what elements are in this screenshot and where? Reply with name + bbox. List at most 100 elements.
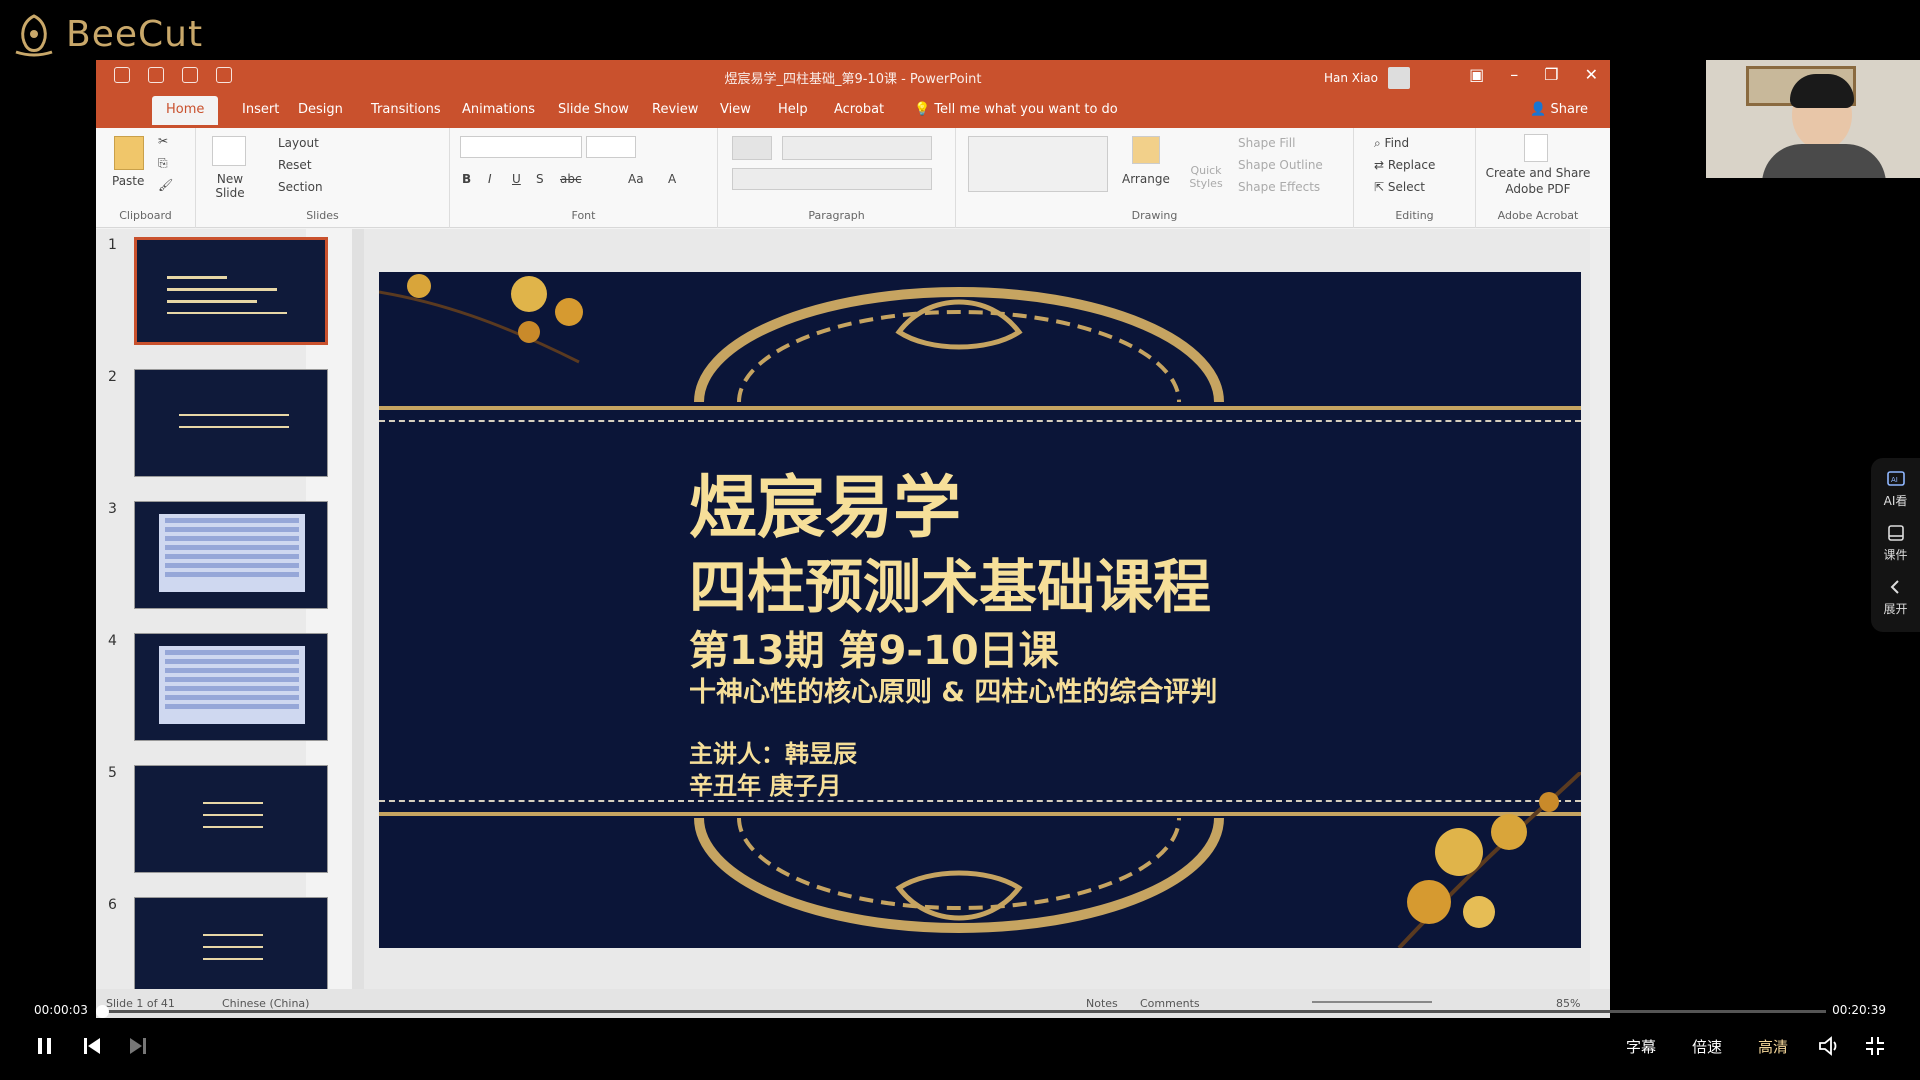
slide-thumbnail-panel: 1 2 3 4 5 6 <box>96 229 328 1005</box>
progress-track[interactable] <box>96 1010 1826 1013</box>
slide-thumbnail-3[interactable] <box>134 501 328 609</box>
volume-icon[interactable] <box>1818 1035 1842 1057</box>
slide-scrollbar[interactable] <box>1590 229 1610 989</box>
shadow-icon[interactable]: S <box>536 172 544 186</box>
progress-handle[interactable] <box>96 1005 109 1018</box>
tab-insert[interactable]: Insert <box>242 102 279 117</box>
slide-topic: 十神心性的核心原则 & 四柱心性的综合评判 <box>689 677 1218 708</box>
drawing-group-label: Drawing <box>1131 209 1178 222</box>
shape-effects-button[interactable]: Shape Effects <box>1238 180 1320 194</box>
slide-thumbnail-2[interactable] <box>134 369 328 477</box>
tab-acrobat[interactable]: Acrobat <box>834 102 884 117</box>
underline-icon[interactable]: U <box>512 172 521 186</box>
minimize-icon[interactable]: – <box>1510 65 1518 84</box>
group-adobe-acrobat: Create and Share Adobe PDF Adobe Acrobat <box>1476 128 1600 228</box>
font-size-dropdown[interactable] <box>586 136 636 158</box>
beecut-logo-text: BeeCut <box>66 13 204 55</box>
slide-thumbnail-5[interactable] <box>134 765 328 873</box>
cut-icon[interactable]: ✂ <box>158 134 168 148</box>
shape-fill-button[interactable]: Shape Fill <box>1238 136 1295 150</box>
expand-button[interactable]: 展开 <box>1871 578 1920 617</box>
language[interactable]: Chinese (China) <box>222 997 309 1010</box>
previous-icon[interactable] <box>82 1035 102 1057</box>
tab-review[interactable]: Review <box>652 102 698 117</box>
clipboard-group-label: Clipboard <box>119 209 172 222</box>
slide-thumbnail-1[interactable] <box>134 237 328 345</box>
tell-me-search[interactable]: 💡 Tell me what you want to do <box>914 102 1118 117</box>
subtitles-button[interactable]: 字幕 <box>1626 1036 1656 1057</box>
slide-thumbnail-4[interactable] <box>134 633 328 741</box>
close-icon[interactable]: ✕ <box>1585 65 1598 84</box>
side-panel: AI AI看 课件 展开 <box>1871 458 1920 632</box>
pdf-share-icon[interactable] <box>1524 134 1548 162</box>
select-label: Select <box>1387 180 1425 194</box>
thumb-number: 6 <box>108 897 117 913</box>
list-indent-controls[interactable] <box>782 136 932 160</box>
change-case-icon[interactable]: Aa <box>628 172 644 186</box>
speed-button[interactable]: 倍速 <box>1692 1036 1722 1057</box>
format-painter-icon[interactable]: 🖌 <box>158 178 173 192</box>
svg-text:AI: AI <box>1891 476 1898 484</box>
shape-outline-button[interactable]: Shape Outline <box>1238 158 1323 172</box>
zoom-slider[interactable] <box>1312 1001 1432 1003</box>
bullets-icon[interactable] <box>732 136 772 160</box>
find-button[interactable]: ⌕ Find <box>1374 136 1409 151</box>
ai-view-button[interactable]: AI AI看 <box>1871 470 1920 509</box>
top-medallion-ornament <box>694 287 1224 402</box>
user-account[interactable]: Han Xiao <box>1324 67 1410 89</box>
layout-button[interactable]: Layout <box>278 136 319 150</box>
font-color-icon[interactable]: A <box>668 172 676 186</box>
paste-button[interactable]: Paste <box>112 174 144 188</box>
thumb-number: 5 <box>108 765 117 781</box>
shapes-gallery[interactable] <box>968 136 1108 192</box>
editing-group-label: Editing <box>1395 209 1434 222</box>
courseware-icon <box>1887 525 1904 541</box>
select-button[interactable]: ⇱ Select <box>1374 180 1425 194</box>
notes-button[interactable]: Notes <box>1086 997 1118 1010</box>
current-slide[interactable]: 煜宸易学 四柱预测术基础课程 第13期 第9-10日课 十神心性的核心原则 & … <box>379 272 1581 948</box>
tab-home[interactable]: Home <box>152 96 219 125</box>
restore-icon[interactable]: ❐ <box>1544 65 1558 84</box>
courseware-button[interactable]: 课件 <box>1871 524 1920 563</box>
bold-icon[interactable]: B <box>462 172 471 186</box>
new-slide-button[interactable]: New Slide <box>208 172 252 200</box>
paste-icon[interactable] <box>114 136 144 170</box>
tab-slide-show[interactable]: Slide Show <box>558 102 629 117</box>
avatar <box>1388 67 1410 89</box>
new-slide-icon[interactable] <box>212 136 246 166</box>
next-icon[interactable] <box>128 1035 148 1057</box>
arrange-icon[interactable] <box>1132 136 1160 164</box>
font-name-dropdown[interactable] <box>460 136 582 158</box>
quality-button[interactable]: 高清 <box>1758 1036 1788 1057</box>
share-button[interactable]: 👤 Share <box>1530 102 1588 117</box>
arrange-button[interactable]: Arrange <box>1122 172 1170 186</box>
tab-transitions[interactable]: Transitions <box>371 102 441 117</box>
thumbnail-scrollbar[interactable] <box>352 229 364 989</box>
tab-animations[interactable]: Animations <box>462 102 535 117</box>
section-button[interactable]: Section <box>278 180 323 194</box>
thumb-number: 4 <box>108 633 117 649</box>
screen: BeeCut 煜宸易学_四柱基础_第9-10课 - PowerPoint Han… <box>0 0 1920 1080</box>
create-and-share-button[interactable]: Create and Share <box>1480 166 1596 180</box>
comments-button[interactable]: Comments <box>1140 997 1200 1010</box>
alignment-controls[interactable] <box>732 168 932 190</box>
quick-styles-button[interactable]: Quick Styles <box>1184 164 1228 190</box>
group-drawing: Arrange Quick Styles Shape Fill Shape Ou… <box>956 128 1354 228</box>
replace-button[interactable]: ⇄ Replace <box>1374 158 1435 172</box>
strikethrough-icon[interactable]: abc <box>560 172 582 186</box>
slide-count: Slide 1 of 41 <box>106 997 175 1010</box>
copy-icon[interactable]: ⎘ <box>158 156 168 171</box>
zoom-level[interactable]: 85% <box>1556 997 1580 1010</box>
tab-help[interactable]: Help <box>778 102 808 117</box>
ribbon-display-options-icon[interactable]: ▣ <box>1469 65 1484 84</box>
pause-icon[interactable] <box>36 1035 54 1057</box>
status-bar: Slide 1 of 41 Chinese (China) Notes Comm… <box>96 989 1610 1018</box>
italic-icon[interactable]: I <box>488 172 492 186</box>
reset-button[interactable]: Reset <box>278 158 312 172</box>
tab-design[interactable]: Design <box>298 102 343 117</box>
slide-subtitle: 四柱预测术基础课程 <box>689 553 1212 621</box>
ai-view-label: AI看 <box>1883 494 1908 508</box>
slides-group-label: Slides <box>306 209 339 222</box>
tab-view[interactable]: View <box>720 102 751 117</box>
exit-fullscreen-icon[interactable] <box>1864 1035 1886 1057</box>
